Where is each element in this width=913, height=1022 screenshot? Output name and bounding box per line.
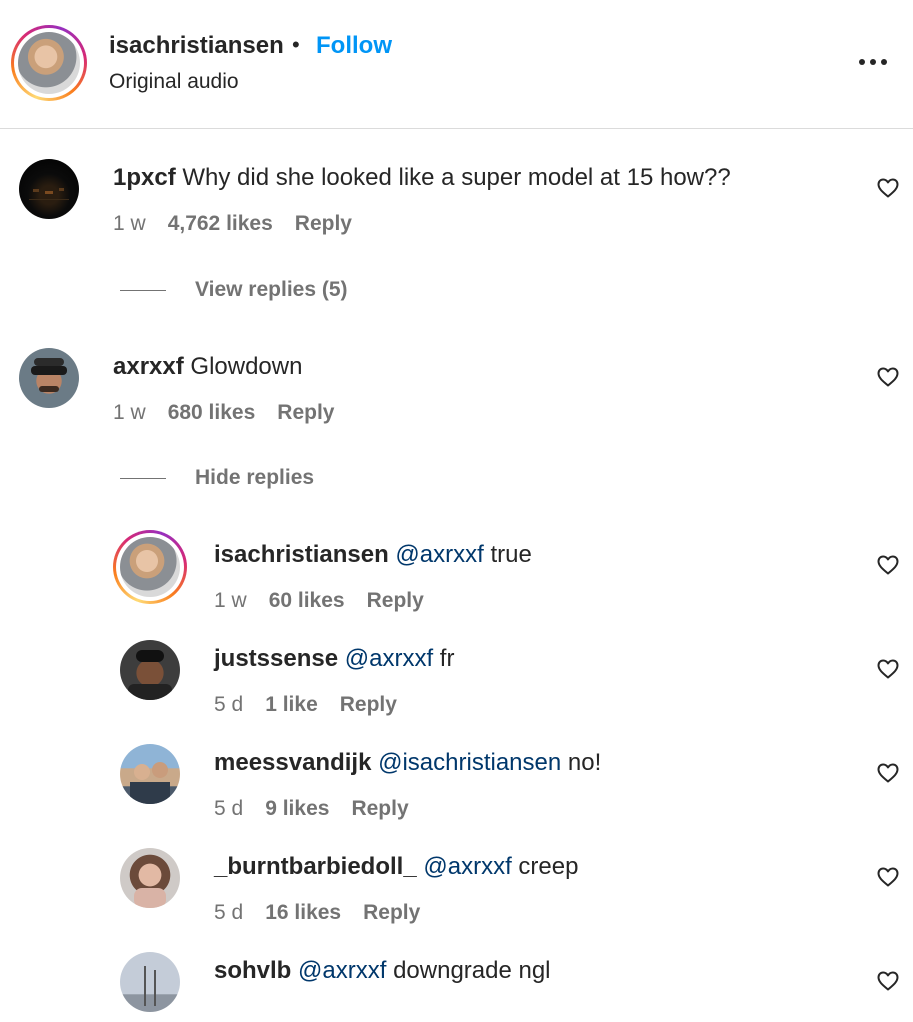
comment-text: _burntbarbiedoll_ @axrxxf creep — [214, 853, 578, 881]
comment-time[interactable]: 1 w — [113, 212, 146, 235]
separator-dot: • — [292, 32, 300, 57]
comment-time[interactable]: 5 d — [214, 797, 243, 820]
hide-replies-button[interactable]: Hide replies — [195, 466, 314, 490]
view-replies-button[interactable]: View replies (5) — [195, 278, 348, 302]
replies-divider — [120, 290, 166, 291]
comment-text: justssense @axrxxf fr — [214, 645, 454, 673]
author-avatar[interactable] — [11, 25, 87, 101]
heart-icon[interactable] — [876, 761, 900, 785]
heart-icon[interactable] — [876, 553, 900, 577]
comment-body: downgrade ngl — [393, 957, 551, 984]
author-username[interactable]: isachristiansen — [109, 32, 284, 60]
comment-meta: 5 d 16 likes Reply — [214, 901, 442, 925]
comment-body: fr — [439, 645, 455, 672]
heart-icon[interactable] — [876, 865, 900, 889]
comment-text: 1pxcf Why did she looked like a super mo… — [113, 164, 731, 192]
mention-link[interactable]: @isachristiansen — [378, 749, 561, 776]
comment-text: axrxxf Glowdown — [113, 353, 302, 381]
comment-likes[interactable]: 1 like — [265, 693, 318, 716]
comment-username[interactable]: justssense — [214, 645, 338, 672]
comment-meta: 1 w 60 likes Reply — [214, 589, 446, 613]
reply-button[interactable]: Reply — [367, 589, 424, 612]
mention-link[interactable]: @axrxxf — [423, 853, 511, 880]
post-header: isachristiansen • Follow Original audio — [0, 0, 913, 129]
comment-username[interactable]: axrxxf — [113, 353, 184, 380]
reply-button[interactable]: Reply — [363, 901, 420, 924]
mention-link[interactable]: @axrxxf — [345, 645, 433, 672]
replies-divider — [120, 478, 166, 479]
avatar[interactable] — [19, 348, 79, 408]
reply-button[interactable]: Reply — [295, 212, 352, 235]
comment-meta: 5 d 9 likes Reply — [214, 797, 431, 821]
mention-link[interactable]: @axrxxf — [395, 541, 483, 568]
comment-username[interactable]: _burntbarbiedoll_ — [214, 853, 417, 880]
more-icon[interactable] — [857, 52, 889, 72]
follow-button[interactable]: Follow — [316, 32, 392, 60]
avatar[interactable] — [120, 952, 180, 1012]
avatar[interactable] — [19, 159, 79, 219]
comment-username[interactable]: isachristiansen — [214, 541, 389, 568]
comment-likes[interactable]: 9 likes — [265, 797, 329, 820]
comment-text: isachristiansen @axrxxf true — [214, 541, 532, 569]
comment-meta: 1 w 4,762 likes Reply — [113, 212, 374, 236]
heart-icon[interactable] — [876, 176, 900, 200]
comment-time[interactable]: 1 w — [113, 401, 146, 424]
reply-button[interactable]: Reply — [351, 797, 408, 820]
comment-body: no! — [567, 749, 602, 776]
avatar[interactable] — [120, 640, 180, 700]
comment-username[interactable]: meessvandijk — [214, 749, 371, 776]
comment-body: Glowdown — [190, 353, 303, 380]
comment-meta: 1 w 680 likes Reply — [113, 401, 356, 425]
avatar[interactable] — [113, 530, 187, 604]
heart-icon[interactable] — [876, 657, 900, 681]
comment-body: creep — [518, 853, 579, 880]
heart-icon[interactable] — [876, 969, 900, 993]
comment-time[interactable]: 1 w — [214, 589, 247, 612]
comment-body: Why did she looked like a super model at… — [182, 164, 731, 191]
comment-time[interactable]: 5 d — [214, 901, 243, 924]
comment-likes[interactable]: 16 likes — [265, 901, 341, 924]
audio-label[interactable]: Original audio — [109, 70, 239, 94]
avatar[interactable] — [120, 744, 180, 804]
comment-time[interactable]: 5 d — [214, 693, 243, 716]
comment-text: sohvlb @axrxxf downgrade ngl — [214, 957, 551, 985]
comment-username[interactable]: sohvlb — [214, 957, 291, 984]
comment-body: true — [490, 541, 532, 568]
reply-button[interactable]: Reply — [340, 693, 397, 716]
mention-link[interactable]: @axrxxf — [298, 957, 386, 984]
comment-username[interactable]: 1pxcf — [113, 164, 176, 191]
comment-likes[interactable]: 680 likes — [168, 401, 256, 424]
heart-icon[interactable] — [876, 365, 900, 389]
reply-button[interactable]: Reply — [277, 401, 334, 424]
comment-likes[interactable]: 4,762 likes — [168, 212, 273, 235]
comment-text: meessvandijk @isachristiansen no! — [214, 749, 601, 777]
avatar[interactable] — [120, 848, 180, 908]
comment-likes[interactable]: 60 likes — [269, 589, 345, 612]
comment-meta: 5 d 1 like Reply — [214, 693, 419, 717]
